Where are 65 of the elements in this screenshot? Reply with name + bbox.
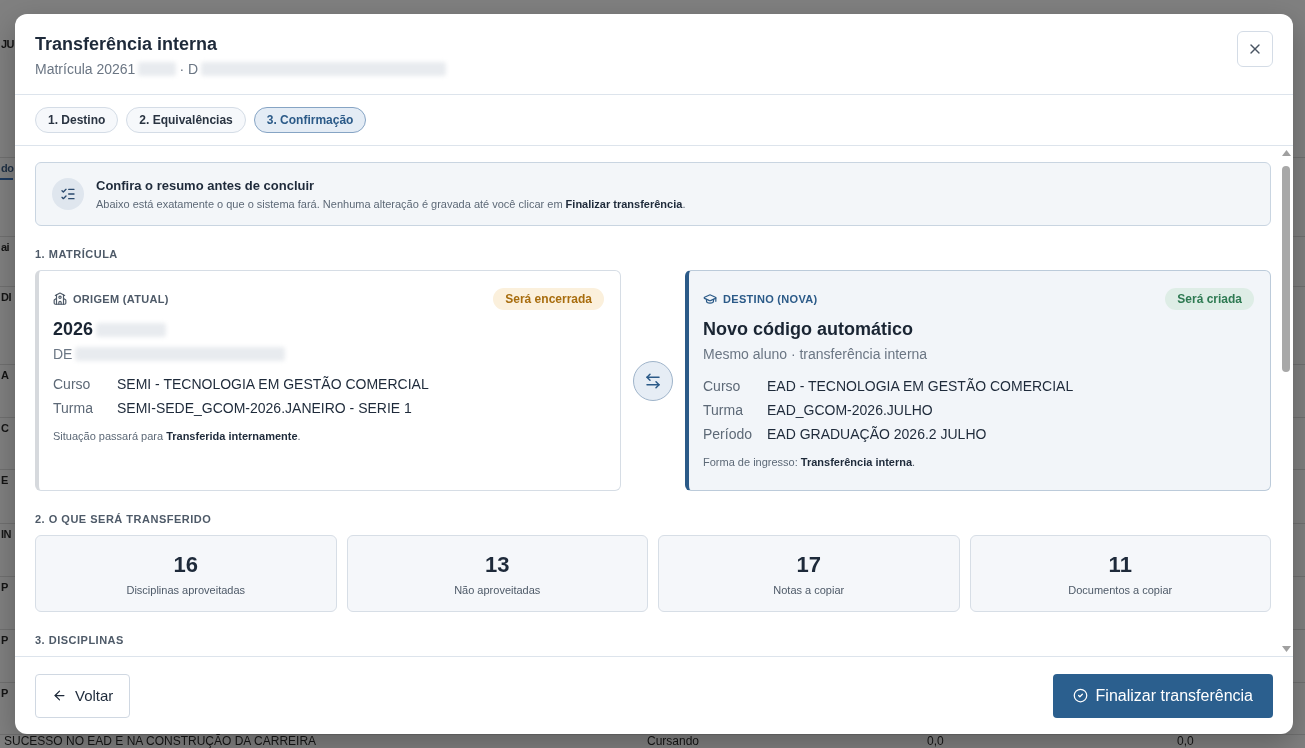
- status-badge: Será criada: [1165, 288, 1254, 311]
- field-label: Curso: [53, 376, 92, 393]
- field-value: EAD_GCOM-2026.JULHO: [767, 402, 934, 419]
- background-text: P: [0, 686, 8, 701]
- stat-value: 17: [796, 551, 821, 578]
- background-cell-text: Cursando: [647, 735, 701, 748]
- stat-label: Não aproveitadas: [454, 583, 541, 596]
- checklist-icon: [52, 178, 84, 211]
- student-name: · D: [179, 61, 199, 77]
- field-label: Curso: [703, 378, 742, 395]
- background-text: JU: [0, 37, 15, 52]
- swap-arrows-icon: [633, 360, 673, 401]
- student-name: DE: [53, 346, 73, 363]
- school-icon: [53, 292, 67, 307]
- background-text: P: [0, 580, 8, 595]
- stat-value: 13: [485, 551, 510, 578]
- background-text: C: [0, 421, 9, 436]
- enrollment-code: Novo código automático: [703, 319, 913, 341]
- field-value: SEMI-SEDE_GCOM-2026.JANEIRO - SERIE 1: [117, 400, 413, 417]
- field-value: SEMI - TECNOLOGIA EM GESTÃO COMERCIAL: [117, 376, 430, 393]
- enrollment-number: Matrícula 20261: [35, 61, 136, 77]
- background-text: do: [0, 158, 14, 180]
- dialog-title: Transferência interna: [35, 34, 219, 55]
- field-value: EAD GRADUAÇÃO 2026.2 JULHO: [767, 426, 988, 443]
- stat-value: 11: [1108, 551, 1132, 578]
- notice-text: Abaixo está exatamente o que o sistema fará. Nenhuma alteração é gravada até você clicar em Finalizar transferência.: [96, 198, 686, 211]
- section-heading: 2. O QUE SERÁ TRANSFERIDO: [35, 513, 213, 525]
- section-heading: 1. MATRÍCULA: [35, 248, 119, 261]
- card-label: DESTINO (NOVA): [723, 293, 818, 306]
- stat-label: Documentos a copiar: [1068, 583, 1173, 596]
- notice-title: Confira o resumo antes de concluir: [96, 178, 316, 194]
- background-text: P: [0, 633, 8, 648]
- background-text: DI: [0, 290, 11, 305]
- stat-value: 16: [173, 551, 198, 578]
- scroll-down-icon[interactable]: [1281, 646, 1291, 652]
- status-badge: Será encerrada: [493, 288, 604, 311]
- field-label: Período: [703, 426, 754, 443]
- background-cell-text: 0,0: [927, 735, 945, 748]
- background-text: A: [0, 368, 9, 383]
- step-tab[interactable]: 2. Equivalências: [126, 107, 246, 133]
- card-note: Situação passará para Transferida internamente.: [53, 430, 302, 443]
- enrollment-code: 2026: [53, 319, 94, 341]
- step-tab[interactable]: 3. Confirmação: [253, 107, 367, 133]
- scroll-up-icon[interactable]: [1281, 150, 1291, 156]
- back-button[interactable]: Voltar: [35, 673, 131, 718]
- step-tab[interactable]: 1. Destino: [35, 107, 119, 133]
- finish-button[interactable]: Finalizar transferência: [1052, 673, 1273, 718]
- background-cell-text: SUCESSO NO EAD E NA CONSTRUÇÃO DA CARREIRA: [4, 735, 318, 748]
- field-label: Turma: [53, 400, 94, 417]
- field-value: EAD - TECNOLOGIA EM GESTÃO COMERCIAL: [767, 378, 1075, 395]
- section-heading: 3. DISCIPLINAS: [35, 634, 125, 646]
- background-text: E: [0, 473, 8, 488]
- scroll-thumb[interactable]: [1282, 166, 1290, 372]
- stat-label: Disciplinas aproveitadas: [126, 583, 246, 596]
- card-label: ORIGEM (ATUAL): [73, 293, 169, 306]
- card-note: Forma de ingresso: Transferência interna.: [703, 456, 917, 469]
- student-name: Mesmo aluno · transferência interna: [703, 346, 928, 363]
- stat-label: Notas a copiar: [773, 583, 845, 596]
- graduation-cap-icon: [703, 292, 717, 307]
- field-label: Turma: [703, 402, 744, 419]
- check-circle-icon: [1072, 688, 1088, 703]
- background-text: ai: [0, 240, 10, 255]
- background-text: IN: [0, 527, 11, 542]
- background-cell-text: 0,0: [1177, 735, 1195, 748]
- close-button[interactable]: [1237, 31, 1273, 67]
